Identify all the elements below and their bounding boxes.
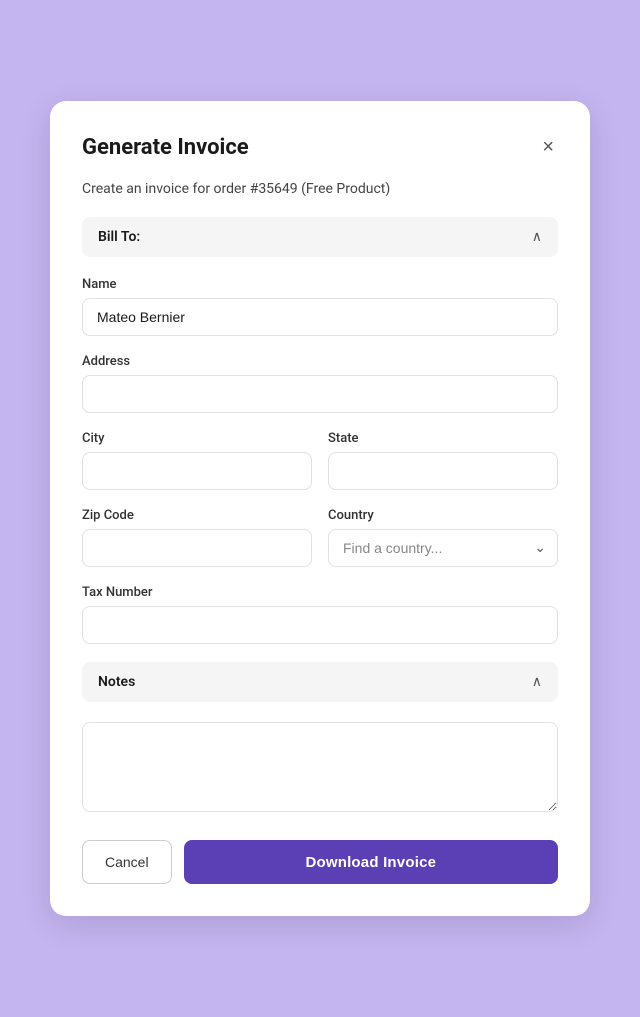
- address-label: Address: [82, 354, 558, 369]
- modal-header: Generate Invoice ×: [82, 133, 558, 161]
- notes-section-header[interactable]: Notes ∧: [82, 662, 558, 702]
- state-label: State: [328, 431, 558, 446]
- country-select[interactable]: Find a country... United States United K…: [328, 529, 558, 567]
- city-input[interactable]: [82, 452, 312, 490]
- tax-number-label: Tax Number: [82, 585, 558, 600]
- address-input[interactable]: [82, 375, 558, 413]
- modal-dialog: Generate Invoice × Create an invoice for…: [50, 101, 590, 916]
- name-input[interactable]: [82, 298, 558, 336]
- notes-field-group: [82, 722, 558, 816]
- tax-number-input[interactable]: [82, 606, 558, 644]
- name-field-group: Name: [82, 277, 558, 336]
- modal-title: Generate Invoice: [82, 135, 249, 160]
- country-select-wrapper: Find a country... United States United K…: [328, 529, 558, 567]
- bill-to-section-header[interactable]: Bill To: ∧: [82, 217, 558, 257]
- city-state-row: City State: [82, 431, 558, 490]
- country-label: Country: [328, 508, 558, 523]
- tax-number-field-group: Tax Number: [82, 585, 558, 644]
- zip-code-input[interactable]: [82, 529, 312, 567]
- state-input[interactable]: [328, 452, 558, 490]
- modal-footer: Cancel Download Invoice: [82, 840, 558, 884]
- notes-textarea[interactable]: [82, 722, 558, 812]
- close-button[interactable]: ×: [538, 133, 558, 161]
- address-field-group: Address: [82, 354, 558, 413]
- modal-overlay: Generate Invoice × Create an invoice for…: [0, 0, 640, 1017]
- state-field-group: State: [328, 431, 558, 490]
- country-field-group: Country Find a country... United States …: [328, 508, 558, 567]
- city-field-group: City: [82, 431, 312, 490]
- modal-subtitle: Create an invoice for order #35649 (Free…: [82, 181, 558, 197]
- zip-field-group: Zip Code: [82, 508, 312, 567]
- bill-to-label: Bill To:: [98, 229, 140, 245]
- download-invoice-button[interactable]: Download Invoice: [184, 840, 558, 884]
- cancel-button[interactable]: Cancel: [82, 840, 172, 884]
- zip-country-row: Zip Code Country Find a country... Unite…: [82, 508, 558, 567]
- name-label: Name: [82, 277, 558, 292]
- notes-label: Notes: [98, 674, 135, 690]
- zip-code-label: Zip Code: [82, 508, 312, 523]
- bill-to-chevron-icon: ∧: [532, 229, 542, 245]
- notes-chevron-icon: ∧: [532, 674, 542, 690]
- city-label: City: [82, 431, 312, 446]
